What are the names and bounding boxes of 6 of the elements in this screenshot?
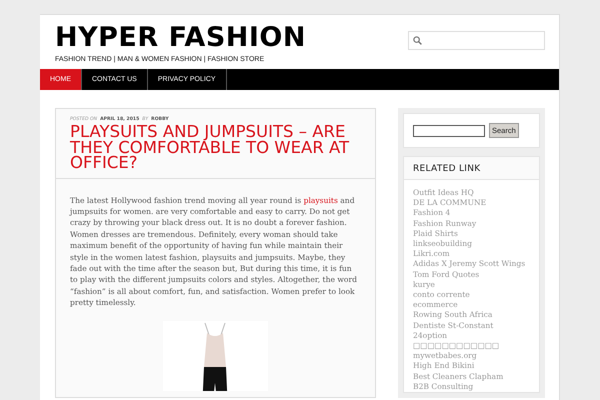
search-field[interactable] (408, 31, 545, 50)
site-title[interactable]: HYPER FASHION (55, 23, 306, 53)
sidebar-search-field[interactable] (413, 124, 485, 136)
search-icon (413, 36, 422, 45)
widget-heading: RELATED LINK (404, 157, 539, 180)
post-title[interactable]: PLAYSUITS AND JUMPSUITS – ARE THEY COMFORTABLE TO WEAR AT OFFICE? (70, 124, 361, 170)
